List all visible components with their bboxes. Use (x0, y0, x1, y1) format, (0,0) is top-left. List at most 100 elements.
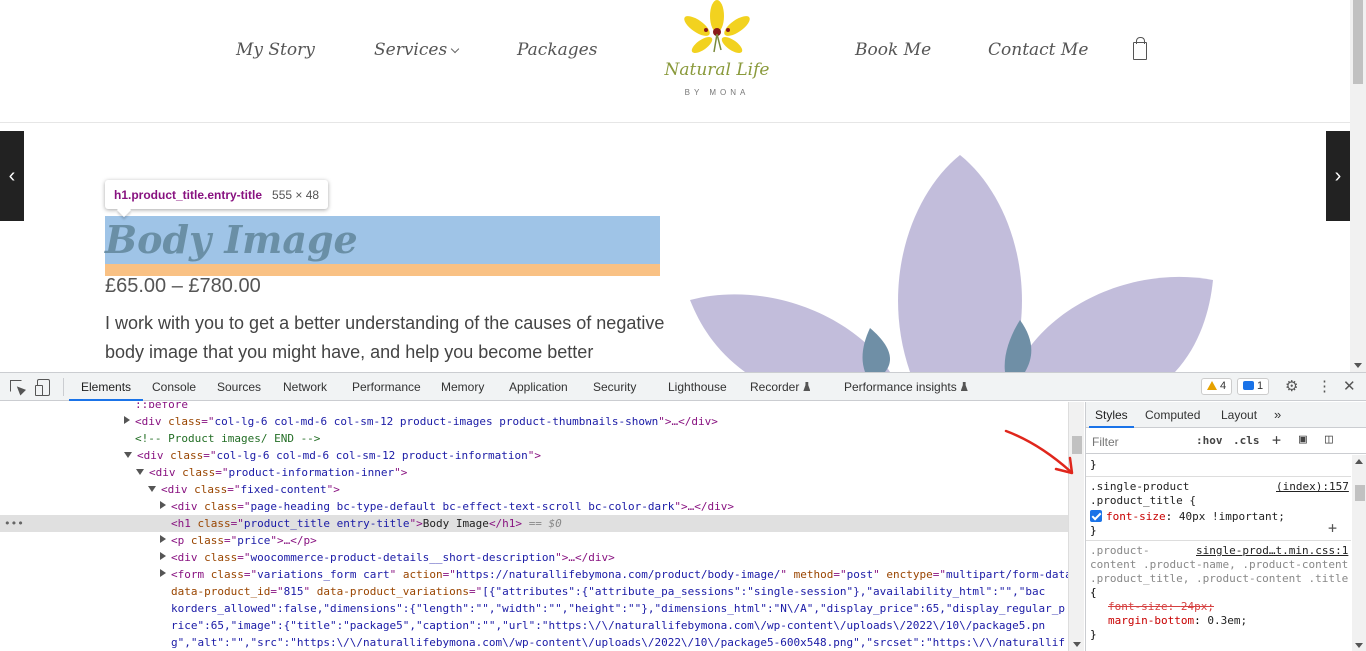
inspect-tooltip: h1.product_title.entry-title 555 × 48 (105, 180, 329, 209)
styles-filter-input[interactable] (1088, 432, 1186, 451)
rule2-declaration[interactable]: margin-bottom: 0.3em; (1108, 614, 1247, 628)
site-logo[interactable]: Natural Life BY MONA (664, 0, 770, 104)
paint-brush-icon[interactable]: ▣ (1299, 432, 1307, 447)
tab-recorder[interactable]: Recorder (750, 373, 811, 401)
tab-performance-insights[interactable]: Performance insights (844, 373, 968, 401)
tab-elements[interactable]: Elements (69, 373, 144, 401)
devtools-tabbar: Elements Console Sources Network Perform… (0, 373, 1366, 401)
expand-arrow-icon[interactable] (160, 535, 166, 543)
tree-node-product-information-inner[interactable]: <div class="product-information-inner"> (0, 464, 1068, 481)
messages-badge[interactable]: 1 (1237, 378, 1270, 395)
chevron-down-icon (450, 44, 460, 54)
styles-scrollbar-thumb[interactable] (1355, 485, 1365, 501)
styles-scrollbar[interactable] (1352, 455, 1366, 651)
tab-network[interactable]: Network (283, 373, 327, 401)
rule2-source-link[interactable]: single-prod…t.min.css:1 (1196, 544, 1348, 558)
tab-console[interactable]: Console (152, 373, 196, 401)
warnings-count: 4 (1220, 380, 1227, 392)
leaves-illustration (690, 155, 1213, 372)
close-devtools-icon[interactable]: ✕ (1343, 378, 1356, 396)
logo-subtext: BY MONA (684, 88, 750, 97)
page-scrollbar-thumb[interactable] (1353, 0, 1363, 84)
styles-rules: } .single-product (index):157 .product_t… (1086, 455, 1351, 651)
collapse-arrow-icon[interactable] (136, 469, 144, 475)
tree-node-variations-form-wrap[interactable]: rice":65,"image":{"title":"package5","ca… (0, 617, 1068, 634)
scroll-down-icon[interactable] (1073, 642, 1081, 647)
experiment-flask-icon (803, 382, 811, 391)
tree-node-before[interactable]: ::before (0, 402, 1068, 413)
annotation-arrow-icon (1004, 429, 1074, 475)
rule-close-brace: } (1090, 524, 1097, 537)
tree-node-product-title-selected[interactable]: ••• <h1 class="product_title entry-title"… (0, 515, 1068, 532)
messages-count: 1 (1257, 380, 1264, 392)
collapse-arrow-icon[interactable] (148, 486, 156, 492)
collapse-arrow-icon[interactable] (124, 452, 132, 458)
expand-arrow-icon[interactable] (124, 416, 130, 424)
settings-gear-icon[interactable]: ⚙ (1285, 378, 1298, 396)
styles-pane: Styles Computed Layout » :hov .cls + ▣ ◫… (1085, 402, 1366, 651)
expand-arrow-icon[interactable] (160, 501, 166, 509)
tree-node-product-images[interactable]: <div class="col-lg-6 col-md-6 col-sm-12 … (0, 413, 1068, 430)
nav-book-me[interactable]: Book Me (855, 40, 931, 60)
scroll-up-icon[interactable] (1355, 459, 1363, 464)
tree-node-price[interactable]: <p class="price">…</p> (0, 532, 1068, 549)
website-viewport: My Story Services Packages Natural Life … (0, 0, 1366, 372)
tree-node-variations-form[interactable]: <form class="variations_form cart" actio… (0, 566, 1068, 583)
warnings-badge[interactable]: 4 (1201, 378, 1233, 395)
more-options-icon[interactable]: ⋮ (1317, 378, 1332, 396)
scroll-down-icon[interactable] (1355, 643, 1363, 648)
experiment-flask-icon (960, 382, 968, 391)
tree-node-variations-form-wrap[interactable]: data-product_id="815" data-product_varia… (0, 583, 1068, 600)
expand-arrow-icon[interactable] (160, 569, 166, 577)
rule1-declaration[interactable]: font-size: 40px !important; (1090, 510, 1285, 524)
tree-node-page-heading[interactable]: <div class="page-heading bc-type-default… (0, 498, 1068, 515)
tab-recorder-label: Recorder (750, 380, 800, 394)
hover-state-toggle[interactable]: :hov (1196, 434, 1223, 447)
shopping-bag-icon[interactable] (1133, 37, 1147, 60)
nav-services-label: Services (374, 40, 448, 60)
more-dots-icon[interactable]: ••• (4, 515, 24, 532)
rule2-declaration-overridden[interactable]: font-size: 24px; (1108, 600, 1214, 614)
nav-packages[interactable]: Packages (517, 40, 597, 60)
tab-styles[interactable]: Styles (1089, 402, 1134, 428)
tab-lighthouse[interactable]: Lighthouse (668, 373, 727, 401)
elements-tree[interactable]: ::before <div class="col-lg-6 col-md-6 c… (0, 402, 1068, 651)
tab-security[interactable]: Security (593, 373, 636, 401)
nav-contact-me[interactable]: Contact Me (988, 40, 1088, 60)
class-toggle[interactable]: .cls (1233, 434, 1260, 447)
page-scrollbar[interactable] (1350, 0, 1366, 372)
product-description: I work with you to get a better understa… (105, 313, 665, 372)
add-declaration-icon[interactable]: + (1328, 521, 1337, 536)
tab-memory[interactable]: Memory (441, 373, 484, 401)
new-rule-icon[interactable]: + (1272, 431, 1281, 449)
tab-computed[interactable]: Computed (1145, 402, 1200, 428)
tree-node-product-information[interactable]: <div class="col-lg-6 col-md-6 col-sm-12 … (0, 447, 1068, 464)
tooltip-selector: h1.product_title.entry-title (114, 187, 263, 202)
tab-sources[interactable]: Sources (217, 373, 261, 401)
tree-node-fixed-content[interactable]: <div class="fixed-content"> (0, 481, 1068, 498)
tree-node-variations-form-wrap[interactable]: korders_allowed":false,"dimensions":{"le… (0, 600, 1068, 617)
rule-close-brace: } (1090, 458, 1097, 471)
slider-next-button[interactable]: › (1326, 131, 1350, 221)
declaration-checkbox[interactable] (1090, 510, 1102, 522)
expand-arrow-icon[interactable] (160, 552, 166, 560)
scroll-down-icon[interactable] (1354, 363, 1362, 368)
tree-node-variations-form-wrap[interactable]: g","alt":"","src":"https:\/\/naturallife… (0, 634, 1068, 651)
slider-prev-button[interactable]: ‹ (0, 131, 24, 221)
more-tabs-icon[interactable]: » (1274, 402, 1281, 428)
toggle-sidebar-icon[interactable]: ◫ (1325, 432, 1333, 447)
nav-my-story[interactable]: My Story (236, 40, 315, 60)
tree-node-short-description[interactable]: <div class="woocommerce-product-details_… (0, 549, 1068, 566)
tab-performance[interactable]: Performance (352, 373, 421, 401)
rule-divider (1086, 540, 1351, 541)
inspect-element-icon[interactable] (9, 379, 25, 395)
rule-close-brace: } (1090, 628, 1097, 641)
tab-layout[interactable]: Layout (1221, 402, 1257, 428)
tab-application[interactable]: Application (509, 373, 568, 401)
rule1-source-link[interactable]: (index):157 (1276, 480, 1349, 494)
nav-services[interactable]: Services (374, 40, 460, 60)
styles-filter-bar: :hov .cls + ▣ ◫ (1086, 428, 1366, 454)
tree-node-comment[interactable]: <!-- Product images/ END --> (0, 430, 1068, 447)
device-toolbar-icon[interactable] (35, 379, 51, 396)
logo-flower-icon (684, 0, 750, 54)
